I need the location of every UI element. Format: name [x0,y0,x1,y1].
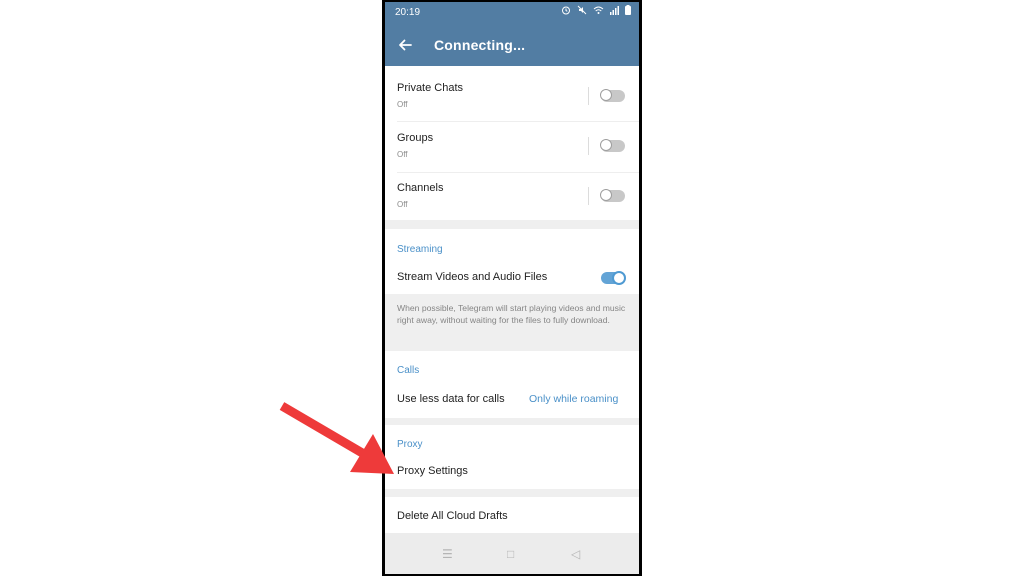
row-separator [588,187,589,205]
proxy-section: Proxy Proxy Settings [385,425,639,489]
setting-row-calls-data[interactable]: Use less data for calls Only while roami… [385,385,639,415]
setting-row-groups[interactable]: Groups Off [385,122,639,172]
setting-label: Groups [397,132,434,144]
setting-label: Channels [397,182,444,194]
settings-list: Private Chats Off Groups Off Channels Of… [385,66,639,533]
private-chats-toggle[interactable] [600,89,625,102]
section-header-proxy: Proxy [397,439,423,450]
phone-screen: 20:19 Connecting... Private Chats Off Gr… [385,2,639,574]
toggle-knob [600,139,612,151]
setting-row-channels[interactable]: Channels Off [385,173,639,220]
calls-data-value[interactable]: Only while roaming [529,393,618,405]
setting-row-private-chats[interactable]: Private Chats Off [385,71,639,121]
stream-videos-toggle[interactable] [601,270,626,285]
setting-row-delete-drafts[interactable]: Delete All Cloud Drafts [385,497,639,533]
auto-download-section: Private Chats Off Groups Off Channels Of… [385,66,639,220]
mute-icon [577,5,587,19]
back-arrow-icon[interactable] [395,35,415,55]
status-bar: 20:19 [385,2,639,24]
streaming-info-text: When possible, Telegram will start playi… [397,303,626,325]
signal-icon [610,5,619,19]
row-separator [588,87,589,105]
page-title: Connecting... [434,37,526,53]
toggle-knob [600,89,612,101]
toggle-knob [600,189,612,201]
battery-icon [625,5,631,19]
setting-status: Off [397,200,408,209]
home-icon[interactable]: □ [507,547,514,561]
section-header-streaming: Streaming [397,244,443,255]
annotation-arrow-icon [279,402,394,474]
setting-status: Off [397,100,408,109]
alarm-icon [561,5,571,19]
setting-label: Use less data for calls [397,393,505,405]
channels-toggle[interactable] [600,189,625,202]
phone-frame: 20:19 Connecting... Private Chats Off Gr… [382,0,642,576]
setting-label: Stream Videos and Audio Files [397,271,548,283]
setting-row-proxy-settings[interactable]: Proxy Settings [385,457,639,487]
system-nav-bar: ☰ □ ◁ [385,533,639,574]
status-time: 20:19 [395,7,421,18]
drafts-section: Delete All Cloud Drafts [385,497,639,533]
menu-icon[interactable]: ☰ [442,547,453,561]
status-icons [561,5,631,19]
setting-label: Private Chats [397,82,464,94]
row-separator [588,137,589,155]
wifi-icon [593,5,604,19]
setting-row-stream-videos[interactable]: Stream Videos and Audio Files [385,263,639,291]
back-icon[interactable]: ◁ [571,547,580,561]
streaming-info: When possible, Telegram will start playi… [385,294,639,350]
toggle-knob [612,270,626,285]
setting-status: Off [397,150,408,159]
setting-label: Proxy Settings [397,465,468,477]
groups-toggle[interactable] [600,139,625,152]
section-header-calls: Calls [397,365,420,376]
calls-section: Calls Use less data for calls Only while… [385,351,639,418]
setting-label: Delete All Cloud Drafts [397,510,508,522]
app-bar: Connecting... [385,24,639,66]
streaming-section: Streaming Stream Videos and Audio Files [385,229,639,294]
